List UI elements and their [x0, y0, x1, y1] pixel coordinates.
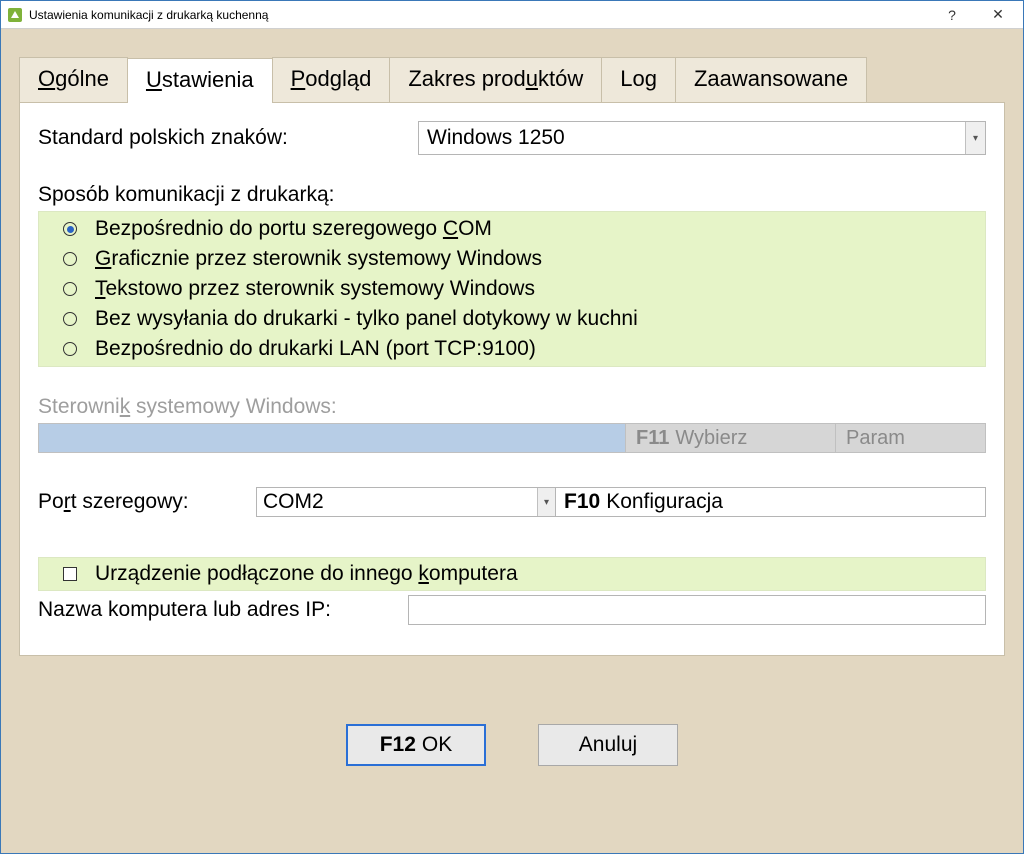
- help-button[interactable]: ?: [929, 1, 975, 29]
- app-icon: [7, 7, 23, 23]
- driver-input: [38, 423, 626, 453]
- remote-address-input[interactable]: [408, 595, 986, 625]
- comm-title: Sposób komunikacji z drukarką:: [38, 183, 986, 207]
- tab-settings[interactable]: Ustawienia: [127, 58, 273, 103]
- serial-row: Port szeregowy: COM2 ▾ F10Konfiguracja: [38, 487, 986, 517]
- help-icon: ?: [948, 7, 956, 23]
- comm-option-com[interactable]: Bezpośrednio do portu szeregowego COM: [39, 214, 985, 244]
- driver-label: Sterownik systemowy Windows:: [38, 395, 986, 419]
- encoding-select[interactable]: Windows 1250 ▾: [418, 121, 986, 155]
- tab-product-range[interactable]: Zakres produktów: [389, 57, 602, 102]
- serial-config-button[interactable]: F10Konfiguracja: [556, 487, 986, 517]
- encoding-row: Standard polskich znaków: Windows 1250 ▾: [38, 121, 986, 155]
- radio-icon: [63, 342, 77, 356]
- client-area: Ogólne Ustawienia Podgląd Zakres produkt…: [1, 29, 1023, 853]
- titlebar: Ustawienia komunikacji z drukarką kuchen…: [1, 1, 1023, 29]
- tab-log[interactable]: Log: [601, 57, 676, 102]
- remote-address-row: Nazwa komputera lub adres IP:: [38, 595, 986, 625]
- driver-param-button: Param: [836, 423, 986, 453]
- ok-button[interactable]: F12OK: [346, 724, 486, 766]
- cancel-button[interactable]: Anuluj: [538, 724, 678, 766]
- footer: F12OK Anuluj: [19, 656, 1005, 833]
- comm-option-touch[interactable]: Bez wysyłania do drukarki - tylko panel …: [39, 304, 985, 334]
- radio-icon: [63, 252, 77, 266]
- comm-option-text[interactable]: Tekstowo przez sterownik systemowy Windo…: [39, 274, 985, 304]
- remote-checkbox-row[interactable]: Urządzenie podłączone do innego komputer…: [38, 557, 986, 591]
- driver-select-button: F11Wybierz: [626, 423, 836, 453]
- window-title: Ustawienia komunikacji z drukarką kuchen…: [29, 8, 929, 22]
- comm-radio-group: Bezpośrednio do portu szeregowego COM Gr…: [38, 211, 986, 367]
- radio-icon: [63, 312, 77, 326]
- tab-general[interactable]: Ogólne: [19, 57, 128, 102]
- chevron-down-icon: ▾: [537, 488, 555, 516]
- serial-select[interactable]: COM2 ▾: [256, 487, 556, 517]
- radio-icon: [63, 222, 77, 236]
- comm-option-graphic[interactable]: Graficznie przez sterownik systemowy Win…: [39, 244, 985, 274]
- remote-address-label: Nazwa komputera lub adres IP:: [38, 598, 408, 622]
- close-icon: ✕: [992, 6, 1004, 23]
- serial-label: Port szeregowy:: [38, 490, 256, 514]
- settings-panel: Standard polskich znaków: Windows 1250 ▾…: [19, 102, 1005, 656]
- serial-value: COM2: [257, 490, 537, 514]
- checkbox-icon: [63, 567, 77, 581]
- encoding-value: Windows 1250: [419, 126, 965, 150]
- tab-preview[interactable]: Podgląd: [272, 57, 391, 102]
- radio-icon: [63, 282, 77, 296]
- tab-bar: Ogólne Ustawienia Podgląd Zakres produkt…: [19, 57, 1005, 102]
- encoding-label: Standard polskich znaków:: [38, 126, 418, 150]
- chevron-down-icon: ▾: [965, 122, 985, 154]
- tab-advanced[interactable]: Zaawansowane: [675, 57, 867, 102]
- driver-row: F11Wybierz Param: [38, 423, 986, 453]
- comm-option-lan[interactable]: Bezpośrednio do drukarki LAN (port TCP:9…: [39, 334, 985, 364]
- close-button[interactable]: ✕: [975, 1, 1021, 29]
- dialog-window: Ustawienia komunikacji z drukarką kuchen…: [0, 0, 1024, 854]
